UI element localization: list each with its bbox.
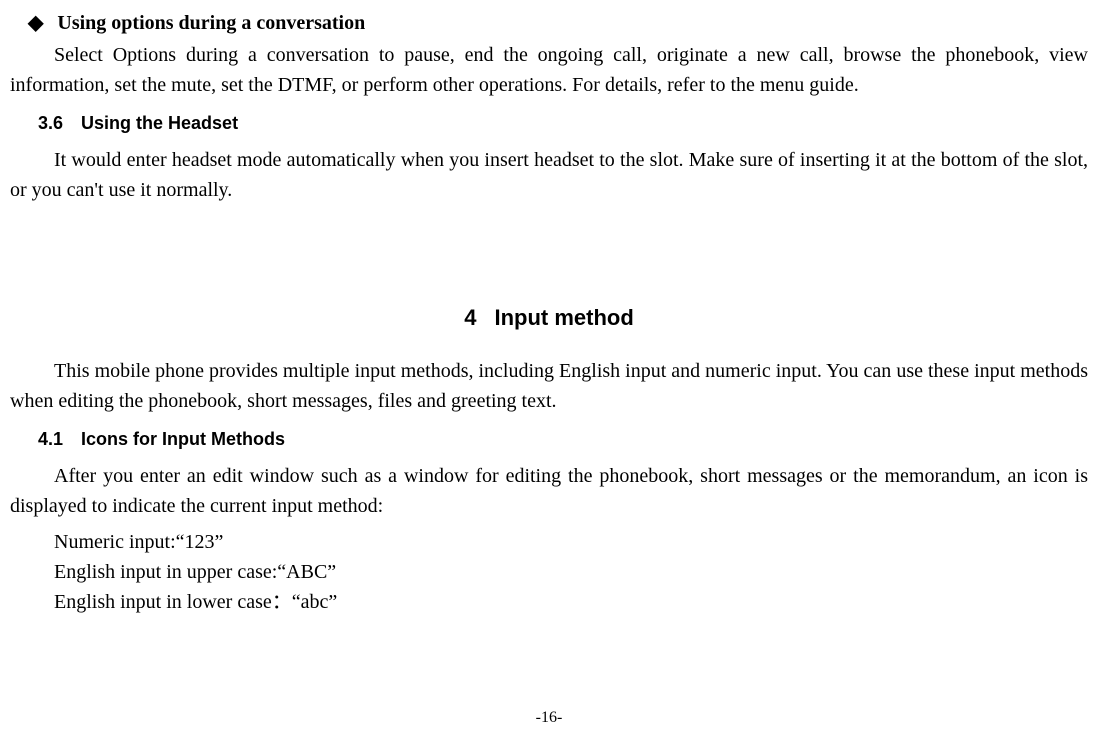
section-4-1-paragraph: After you enter an edit window such as a… [10,461,1088,521]
section-3-6-paragraph: It would enter headset mode automaticall… [10,145,1088,205]
bullet-heading-text: Using options during a conversation [57,8,365,38]
section-number: 4.1 [38,429,63,449]
section-title: Icons for Input Methods [81,429,285,449]
numeric-input-line: Numeric input:“123” [54,527,1088,557]
chapter-title: Input method [494,305,633,330]
section-heading-3-6: 3.6 Using the Headset [38,110,1088,137]
chapter-4-intro: This mobile phone provides multiple inpu… [10,356,1088,416]
bullet-heading: ◆ Using options during a conversation [28,8,1088,38]
bullet-section-paragraph: Select Options during a conversation to … [10,40,1088,100]
english-lower-line: English input in lower case：“abc” [54,587,1088,617]
section-number: 3.6 [38,113,63,133]
page-number: -16- [0,706,1098,730]
english-upper-line: English input in upper case:“ABC” [54,557,1088,587]
section-title: Using the Headset [81,113,238,133]
chapter-heading-4: 4 Input method [10,301,1088,334]
section-heading-4-1: 4.1 Icons for Input Methods [38,426,1088,453]
chapter-number: 4 [464,305,476,330]
bullet-diamond-icon: ◆ [28,8,43,38]
